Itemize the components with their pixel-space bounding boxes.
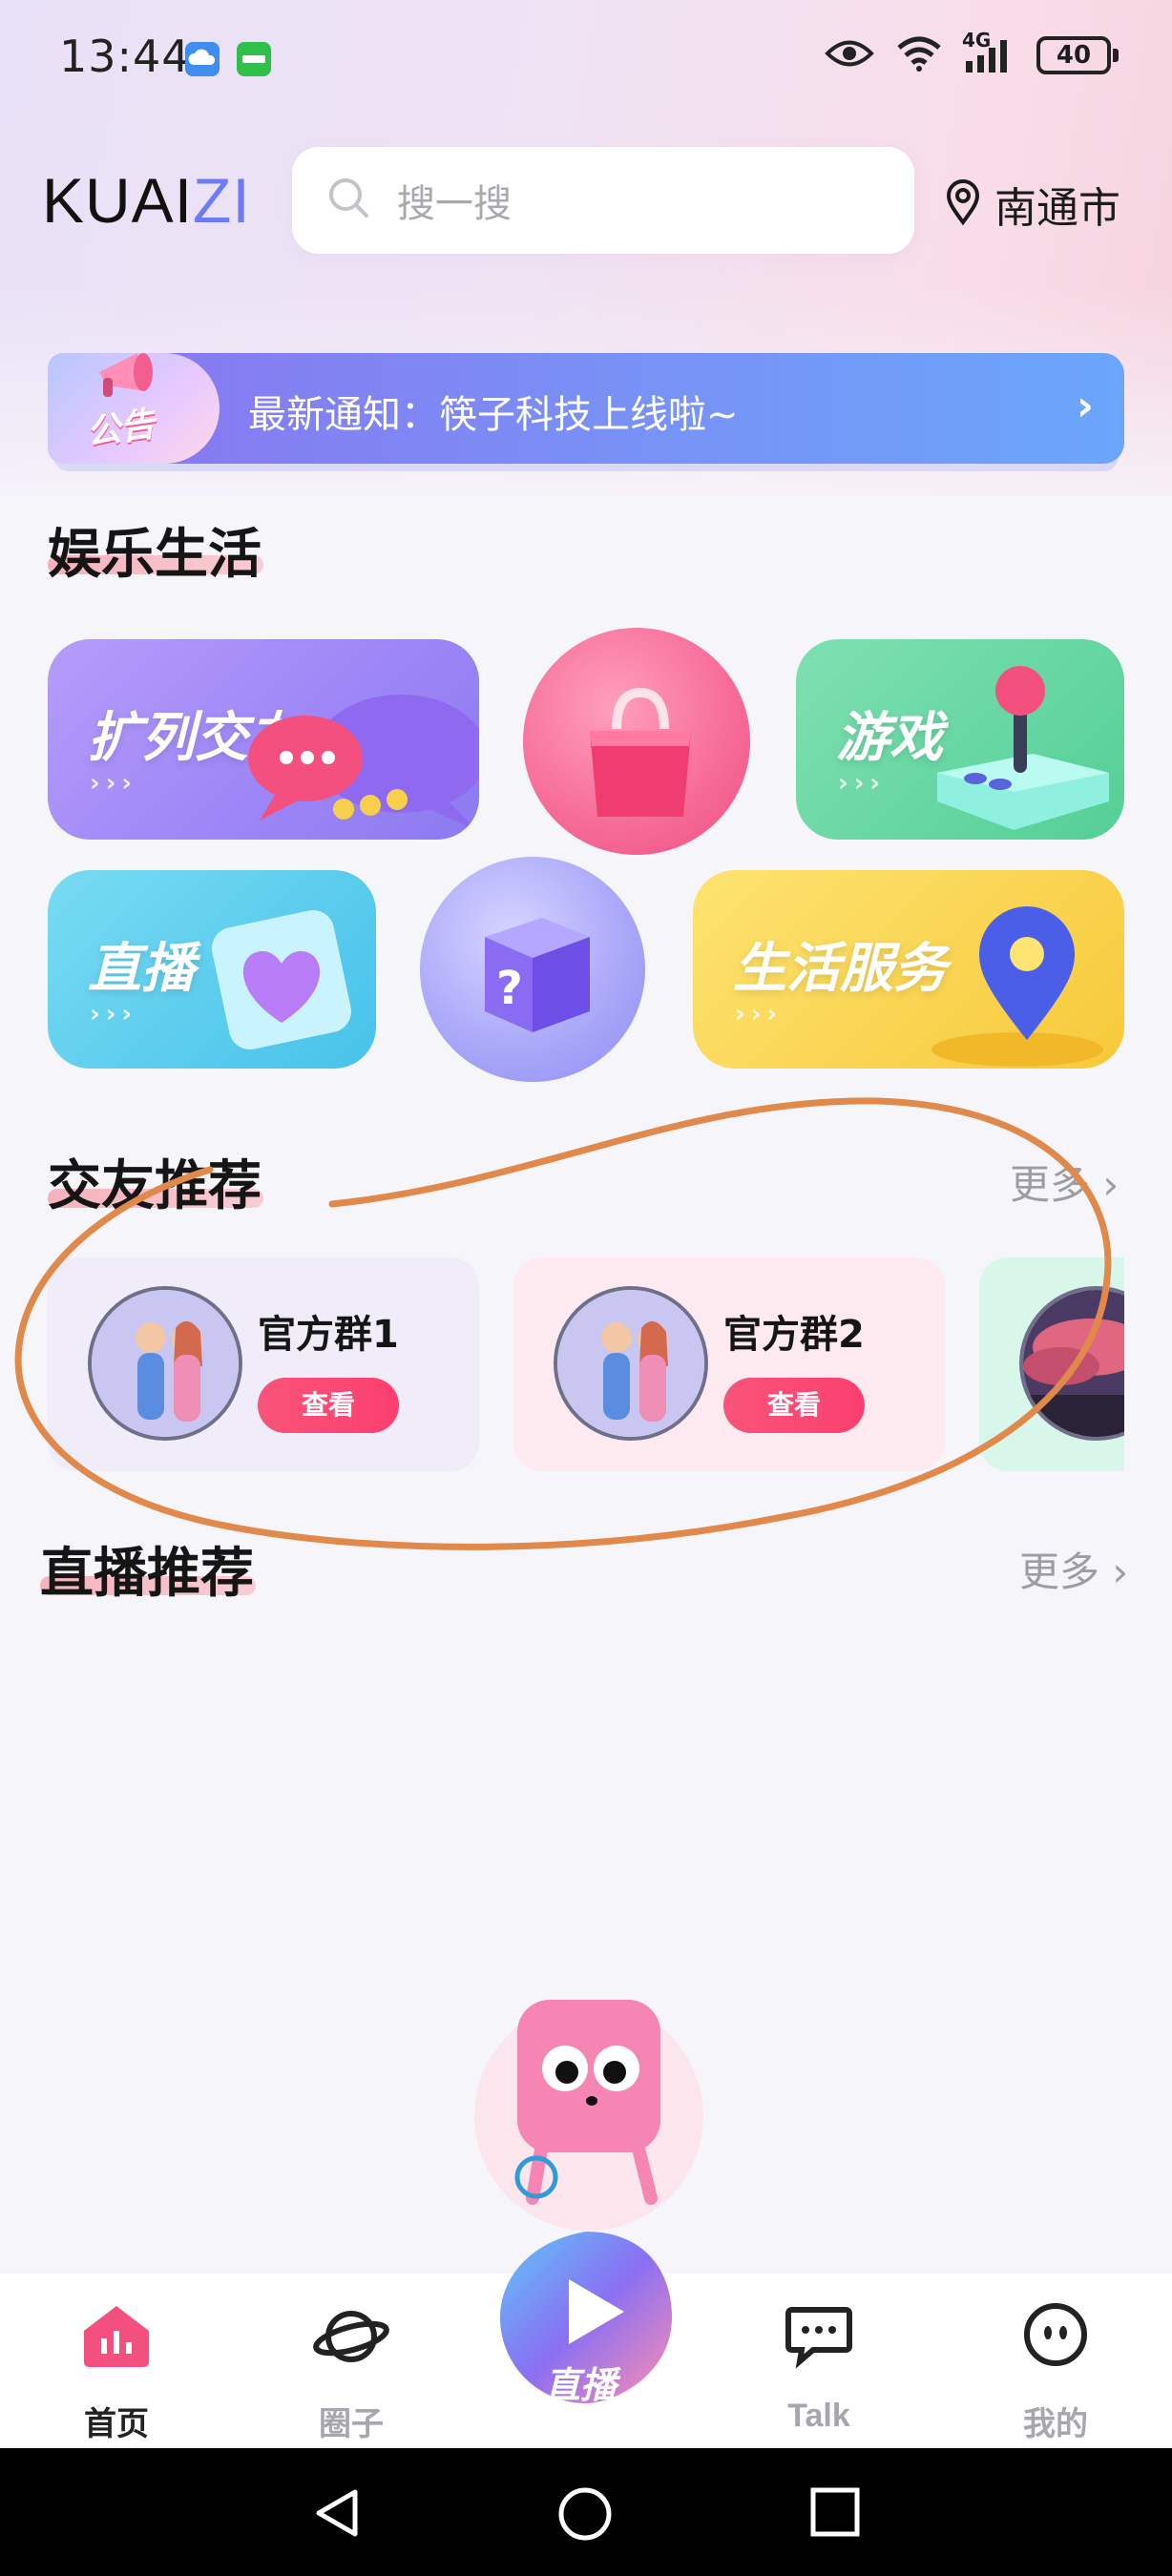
heart-card-icon <box>211 909 352 1050</box>
chat-icon <box>785 2307 852 2369</box>
tile-make-friends[interactable]: 扩列交友 ››› <box>48 639 479 840</box>
network-type: 4G <box>962 29 992 52</box>
tile-arrows: ››› <box>838 769 887 798</box>
location-selector[interactable]: 南通市 <box>945 174 1120 235</box>
nav-item-me[interactable]: 我的 <box>979 2293 1132 2443</box>
back-icon[interactable] <box>311 2486 363 2540</box>
status-icons: 4G 40 <box>825 29 1119 76</box>
mascot-icon <box>474 2000 703 2231</box>
tile-shopping[interactable] <box>523 628 750 855</box>
shopping-bag-icon <box>590 687 691 817</box>
bottom-nav: 首页 圈子 直播 Talk 我的 <box>0 2232 1172 2448</box>
recents-icon[interactable] <box>809 2486 861 2538</box>
mystery-box-icon: ? <box>485 918 590 1032</box>
location-pin-icon <box>945 179 981 229</box>
home-circle-icon[interactable] <box>557 2486 613 2542</box>
notice-badge-text: 公告 <box>83 405 158 453</box>
chat-bubbles-icon <box>248 695 479 832</box>
nav-item-live[interactable]: 直播 <box>491 2222 681 2413</box>
profile-face-icon <box>1024 2303 1087 2366</box>
nav-item-circle[interactable]: 圈子 <box>275 2293 428 2443</box>
nav-label: 我的 <box>1023 2405 1088 2443</box>
nav-label: 直播 <box>544 2364 617 2406</box>
location-text: 南通市 <box>994 184 1120 233</box>
notice-badge: 公告 <box>48 353 220 464</box>
search-input[interactable]: 搜一搜 <box>292 147 914 254</box>
planet-icon <box>313 2311 389 2362</box>
nav-item-home[interactable]: 首页 <box>40 2293 193 2443</box>
battery-icon: 40 <box>1036 36 1119 74</box>
tile-label: 直播 <box>88 938 195 1000</box>
cloud-app-icon <box>185 42 220 76</box>
tile-arrows: ››› <box>735 1000 784 1028</box>
home-icon <box>84 2306 149 2367</box>
tile-games[interactable]: 游戏 ››› <box>796 639 1124 840</box>
nav-label: Talk <box>787 2398 850 2434</box>
nav-item-talk[interactable]: Talk <box>743 2293 895 2436</box>
tile-arrows: ››› <box>90 769 138 798</box>
location-pin-icon <box>931 906 1103 1067</box>
svg-text:?: ? <box>496 962 523 1015</box>
nav-label: 首页 <box>84 2405 149 2443</box>
tile-live[interactable]: 直播 ››› <box>48 870 376 1069</box>
chevron-right-icon: › <box>1076 382 1094 430</box>
iqiyi-app-icon <box>237 42 271 76</box>
entertainment-title: 娱乐生活 <box>48 524 262 586</box>
logo-main: KUAI <box>42 165 194 236</box>
wifi-icon <box>895 34 943 76</box>
nav-label: 圈子 <box>319 2405 384 2443</box>
search-icon <box>326 176 372 225</box>
tile-life-services[interactable]: 生活服务 ››› <box>693 870 1124 1069</box>
notice-text: 最新通知：筷子科技上线啦~ <box>248 393 739 437</box>
notice-banner[interactable]: 公告 最新通知：筷子科技上线啦~ › <box>48 353 1124 464</box>
joystick-icon <box>937 666 1109 830</box>
app-logo: KUAIZI <box>42 164 251 237</box>
status-time: 13:44 <box>59 31 191 82</box>
tile-arrows: ››› <box>90 1000 138 1028</box>
logo-accent: ZI <box>193 165 251 236</box>
search-placeholder: 搜一搜 <box>397 182 512 226</box>
eye-icon <box>825 37 874 73</box>
android-nav-bar <box>0 2448 1172 2576</box>
cellular-signal-icon: 4G <box>962 29 1015 74</box>
tile-mystery-box[interactable]: ? <box>420 857 645 1082</box>
annotation-circle <box>14 1097 1112 1550</box>
